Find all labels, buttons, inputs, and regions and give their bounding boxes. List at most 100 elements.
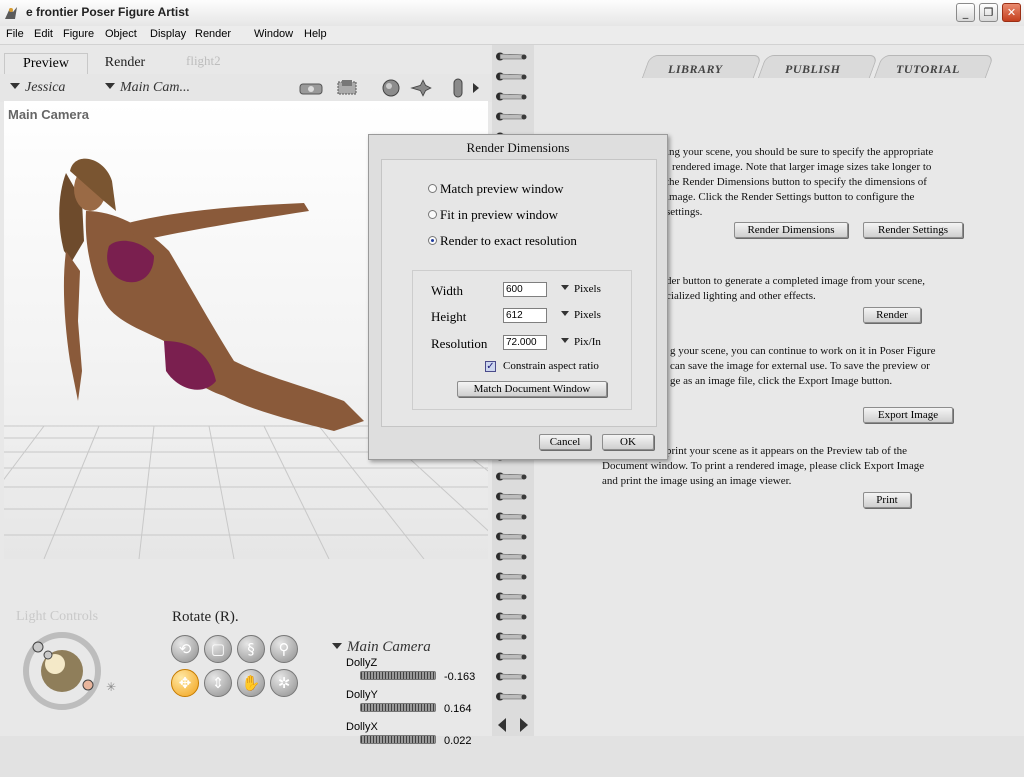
option-match-preview[interactable]: Match preview window xyxy=(428,181,564,197)
svg-text:✳: ✳ xyxy=(106,680,116,694)
option-label: Match preview window xyxy=(440,181,564,196)
trackball-icon[interactable] xyxy=(380,78,406,98)
color-tool-icon[interactable]: ✲ xyxy=(270,669,298,697)
spiral-ring xyxy=(496,112,527,121)
resolution-unit-dropdown[interactable]: Pix/In xyxy=(561,336,601,348)
height-unit-dropdown[interactable]: Pixels xyxy=(561,309,601,321)
help-paragraph-export: g your scene, you can continue to work o… xyxy=(670,345,936,387)
translate-tool-icon[interactable]: ✥ xyxy=(171,669,199,697)
parameters-title[interactable]: Main Camera xyxy=(332,639,431,656)
height-unit-label: Pixels xyxy=(574,309,601,321)
height-label: Height xyxy=(431,309,467,324)
title-bar: e frontier Poser Figure Artist _ ❐ ✕ xyxy=(0,0,1024,27)
match-document-window-button[interactable]: Match Document Window xyxy=(457,381,607,397)
tab-publish[interactable]: PUBLISH xyxy=(785,62,841,77)
light-controls-widget[interactable]: ✳ xyxy=(20,629,120,713)
menu-display[interactable]: Display xyxy=(150,28,186,40)
radio-icon[interactable] xyxy=(428,184,437,193)
constrain-checkbox[interactable]: ✓ xyxy=(485,361,496,372)
constrain-label: Constrain aspect ratio xyxy=(503,360,599,372)
spiral-ring xyxy=(496,52,527,61)
param-value[interactable]: 0.022 xyxy=(444,735,472,747)
dialog-title: Render Dimensions xyxy=(466,140,570,155)
page-nav xyxy=(494,716,534,737)
param-label: DollyZ xyxy=(346,657,378,669)
spiral-ring xyxy=(496,72,527,81)
spiral-ring xyxy=(496,692,527,701)
spiral-ring xyxy=(496,492,527,501)
tab-preview[interactable]: Preview xyxy=(4,53,88,74)
width-label: Width xyxy=(431,283,463,298)
help-paragraph-dimensions: ing your scene, you should be sure to sp… xyxy=(666,146,934,218)
tab-tutorial[interactable]: TUTORIAL xyxy=(896,62,960,77)
param-value[interactable]: 0.164 xyxy=(444,703,472,715)
help-paragraph-render: der button to generate a completed image… xyxy=(666,275,926,302)
param-dial-dollyx[interactable] xyxy=(360,735,436,744)
menu-help[interactable]: Help xyxy=(304,28,327,40)
spiral-ring xyxy=(496,92,527,101)
tab-flight2[interactable]: flight2 xyxy=(186,53,221,73)
resolution-input[interactable]: 72.000 xyxy=(503,335,547,350)
option-fit-preview[interactable]: Fit in preview window xyxy=(428,207,558,223)
face-camera-icon[interactable] xyxy=(298,78,324,98)
camera-dropdown-label: Main Cam... xyxy=(120,80,190,95)
spiral-ring xyxy=(496,512,527,521)
parameters-title-label: Main Camera xyxy=(347,639,431,655)
figure-dropdown[interactable]: Jessica xyxy=(10,80,65,96)
scale-tool-icon[interactable]: ▢ xyxy=(204,635,232,663)
param-dial-dollyy[interactable] xyxy=(360,703,436,712)
radio-selected-icon[interactable] xyxy=(428,236,437,245)
zoom-tool-icon[interactable]: ⚲ xyxy=(270,635,298,663)
radio-icon[interactable] xyxy=(428,210,437,219)
spiral-ring xyxy=(496,572,527,581)
prev-page-icon xyxy=(498,718,506,732)
width-unit-dropdown[interactable]: Pixels xyxy=(561,283,601,295)
menu-render[interactable]: Render xyxy=(195,28,231,40)
option-exact-resolution[interactable]: Render to exact resolution xyxy=(428,233,577,249)
maximize-button[interactable]: ❐ xyxy=(979,3,998,22)
figure-jessica xyxy=(59,158,364,431)
document-toolbar: Jessica Main Cam... xyxy=(0,74,492,102)
tab-library[interactable]: LIBRARY xyxy=(668,62,723,77)
hand-camera-icon[interactable] xyxy=(334,78,360,98)
camera-dropdown[interactable]: Main Cam... xyxy=(105,80,190,96)
spiral-ring xyxy=(496,612,527,621)
translate-in-out-icon[interactable]: ⇕ xyxy=(204,669,232,697)
render-button[interactable]: Render xyxy=(863,307,921,323)
option-label: Render to exact resolution xyxy=(440,233,577,248)
next-page-icon xyxy=(520,718,528,732)
width-unit-label: Pixels xyxy=(574,283,601,295)
spiral-ring xyxy=(496,532,527,541)
ok-button[interactable]: OK xyxy=(602,434,654,450)
spiral-ring xyxy=(496,652,527,661)
width-input[interactable]: 600 xyxy=(503,282,547,297)
twist-tool-icon[interactable]: § xyxy=(237,635,265,663)
menu-object[interactable]: Object xyxy=(105,28,137,40)
tab-render[interactable]: Render xyxy=(92,53,158,73)
menu-file[interactable]: File xyxy=(6,28,24,40)
render-dimensions-dialog: Render Dimensions Match preview window F… xyxy=(368,134,668,460)
menu-edit[interactable]: Edit xyxy=(34,28,53,40)
render-settings-button[interactable]: Render Settings xyxy=(863,222,963,238)
param-label: DollyY xyxy=(346,689,378,701)
cancel-button[interactable]: Cancel xyxy=(539,434,591,450)
close-button[interactable]: ✕ xyxy=(1002,3,1021,22)
render-dimensions-button[interactable]: Render Dimensions xyxy=(734,222,848,238)
panel-arrow-icon[interactable] xyxy=(470,78,482,98)
chevron-down-icon xyxy=(332,643,342,649)
menu-figure[interactable]: Figure xyxy=(63,28,94,40)
param-dial-dollyz[interactable] xyxy=(360,671,436,680)
menu-window[interactable]: Window xyxy=(254,28,293,40)
param-value[interactable]: -0.163 xyxy=(444,671,475,683)
export-image-button[interactable]: Export Image xyxy=(863,407,953,423)
resolution-label: Resolution xyxy=(431,336,488,351)
height-input[interactable]: 612 xyxy=(503,308,547,323)
print-button[interactable]: Print xyxy=(863,492,911,508)
move-z-icon[interactable] xyxy=(446,78,472,98)
rotate-tool-icon[interactable]: ⟲ xyxy=(171,635,199,663)
minimize-button[interactable]: _ xyxy=(956,3,975,22)
chevron-down-icon xyxy=(561,285,569,290)
move-xy-icon[interactable] xyxy=(410,78,436,98)
morph-tool-icon[interactable]: ✋ xyxy=(237,669,265,697)
light-controls-title: Light Controls xyxy=(16,609,99,624)
